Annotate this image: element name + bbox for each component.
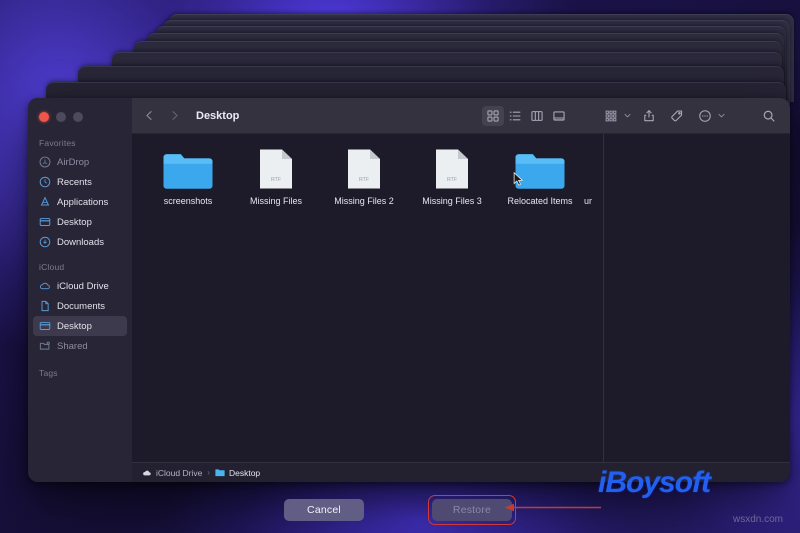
sidebar-section-icloud-header: iCloud	[39, 262, 65, 272]
view-switcher	[482, 105, 570, 126]
file-item-relocated-items[interactable]: Relocated Items	[496, 146, 584, 206]
sidebar-item-applications[interactable]: Applications	[33, 192, 127, 212]
file-label: Relocated Items	[507, 196, 573, 206]
cloud-icon	[142, 468, 152, 477]
sidebar-item-label: iCloud Drive	[57, 280, 109, 292]
breadcrumb-separator: ›	[207, 468, 210, 477]
share-icon[interactable]	[638, 106, 660, 126]
folder-icon	[496, 146, 584, 190]
folder-icon	[215, 468, 225, 477]
folder-icon	[144, 146, 232, 190]
cloud-icon	[39, 280, 51, 292]
search-icon[interactable]	[758, 106, 780, 126]
svg-text:RTF: RTF	[447, 177, 457, 183]
breadcrumb-desktop[interactable]: Desktop	[215, 468, 260, 478]
desktop-icon	[39, 216, 51, 228]
navigation-arrows	[144, 110, 180, 121]
file-grid: screenshots RTF Missing Files RTF Missin…	[132, 134, 790, 206]
column-view-icon[interactable]	[526, 106, 548, 126]
sidebar-item-label: AirDrop	[57, 156, 90, 168]
file-label: screenshots	[163, 196, 213, 206]
forward-icon[interactable]	[169, 110, 180, 121]
page-title: Desktop	[196, 109, 240, 122]
sidebar-item-label: Shared	[57, 340, 88, 352]
url-watermark: wsxdn.com	[733, 514, 784, 525]
file-item-screenshots[interactable]: screenshots	[144, 146, 232, 206]
list-view-icon[interactable]	[504, 106, 526, 126]
sidebar-item-airdrop[interactable]: AirDrop	[33, 152, 127, 172]
applications-icon	[39, 196, 51, 208]
svg-text:RTF: RTF	[271, 177, 281, 183]
sidebar-item-downloads[interactable]: Downloads	[33, 232, 127, 252]
gallery-view-icon[interactable]	[548, 106, 570, 126]
airdrop-icon	[39, 156, 51, 168]
rtf-document-icon: RTF	[408, 146, 496, 190]
file-label: Missing Files	[249, 196, 302, 206]
file-item-truncated[interactable]: ur	[584, 146, 614, 206]
sidebar-section-tags-header: Tags	[39, 368, 58, 378]
tag-icon[interactable]	[666, 106, 688, 126]
cancel-button[interactable]: Cancel	[284, 498, 364, 521]
toolbar-actions	[600, 106, 732, 126]
close-button[interactable]	[39, 112, 49, 122]
downloads-icon	[39, 236, 51, 248]
document-icon	[39, 300, 51, 312]
chevron-down-icon[interactable]	[717, 111, 726, 120]
maximize-button[interactable]	[73, 112, 83, 122]
more-options-icon[interactable]	[694, 106, 716, 126]
file-label: Missing Files 3	[422, 196, 482, 206]
back-icon[interactable]	[144, 110, 155, 121]
shared-folder-icon	[39, 340, 51, 352]
toolbar: Desktop	[132, 98, 790, 134]
clock-icon	[39, 176, 51, 188]
file-item-missing-files-2[interactable]: RTF Missing Files 2	[320, 146, 408, 206]
sidebar-item-label: Documents	[57, 300, 106, 312]
annotation-arrow-icon	[504, 503, 601, 512]
sidebar-item-desktop[interactable]: Desktop	[33, 212, 127, 232]
svg-text:RTF: RTF	[359, 177, 369, 183]
window-controls	[28, 104, 132, 132]
chevron-down-icon[interactable]	[623, 111, 632, 120]
file-label: Missing Files 2	[334, 196, 394, 206]
icon-view-icon[interactable]	[482, 105, 504, 126]
breadcrumb-label: Desktop	[228, 467, 261, 478]
sidebar-item-shared[interactable]: Shared	[33, 336, 127, 356]
restore-button[interactable]: Restore	[432, 498, 512, 521]
brand-watermark: iBoysoft	[598, 466, 711, 499]
rtf-document-icon: RTF	[320, 146, 408, 190]
desktop-icon	[39, 320, 51, 332]
minimize-button[interactable]	[56, 112, 66, 122]
breadcrumb-icloud-drive[interactable]: iCloud Drive	[142, 468, 202, 478]
sidebar-item-icloud-drive[interactable]: iCloud Drive	[33, 276, 127, 296]
rtf-document-icon: RTF	[232, 146, 320, 190]
sidebar-item-label: Recents	[57, 176, 92, 188]
column-divider	[603, 134, 604, 462]
file-item-missing-files-3[interactable]: RTF Missing Files 3	[408, 146, 496, 206]
sidebar-item-recents[interactable]: Recents	[33, 172, 127, 192]
breadcrumb-label: iCloud Drive	[156, 467, 203, 478]
sidebar-section-favorites-header: Favorites	[39, 138, 76, 148]
sidebar-item-label: Downloads	[57, 236, 104, 248]
main-pane: Desktop screenshots RTF Missing Files RT…	[132, 98, 790, 482]
sidebar-item-label: Desktop	[57, 320, 92, 332]
file-area[interactable]: screenshots RTF Missing Files RTF Missin…	[132, 134, 790, 462]
file-item-missing-files[interactable]: RTF Missing Files	[232, 146, 320, 206]
sidebar-item-label: Desktop	[57, 216, 92, 228]
group-by-icon[interactable]	[600, 106, 622, 126]
sidebar-item-desktop-icloud[interactable]: Desktop	[33, 316, 127, 336]
file-label: ur	[584, 196, 593, 206]
sidebar-item-documents[interactable]: Documents	[33, 296, 127, 316]
finder-window: Favorites AirDrop Recents Applications D…	[28, 98, 790, 482]
sidebar: Favorites AirDrop Recents Applications D…	[28, 98, 132, 482]
sidebar-item-label: Applications	[57, 196, 109, 208]
